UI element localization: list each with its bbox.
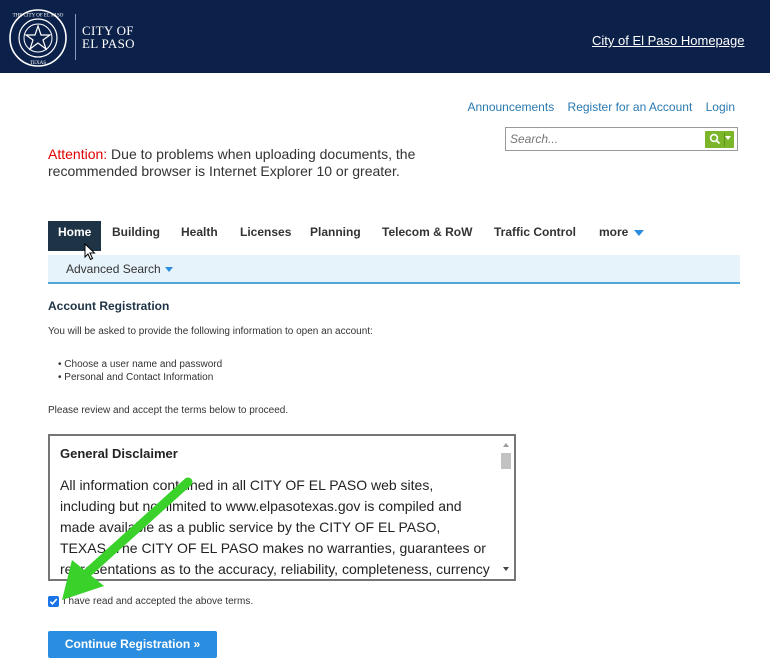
chevron-down-icon	[164, 267, 173, 273]
city-name-line2: EL PASO	[82, 36, 135, 51]
chevron-down-icon	[634, 229, 645, 236]
terms-scrollbar[interactable]	[498, 436, 514, 579]
search-icon	[709, 133, 721, 145]
accept-terms-checkbox[interactable]	[48, 596, 59, 607]
intro-text: You will be asked to provide the followi…	[48, 326, 373, 337]
scroll-down-icon[interactable]	[503, 567, 509, 571]
advanced-search-menu[interactable]: Advanced Search	[66, 262, 173, 276]
login-link[interactable]: Login	[706, 100, 735, 114]
city-name: CITY OF EL PASO	[82, 24, 135, 50]
checkmark-icon	[49, 598, 58, 605]
site-header: THE CITY OF EL PASO TEXAS CITY OF EL PAS…	[0, 0, 770, 73]
tab-more-label: more	[599, 225, 629, 239]
list-item: • Personal and Contact Information	[58, 372, 214, 383]
tab-licenses[interactable]: Licenses	[240, 217, 291, 255]
header-divider	[75, 14, 76, 60]
svg-text:THE CITY OF EL PASO: THE CITY OF EL PASO	[13, 14, 64, 19]
terms-title: General Disclaimer	[60, 446, 178, 461]
scroll-up-icon[interactable]	[503, 443, 509, 447]
register-account-link[interactable]: Register for an Account	[568, 100, 693, 114]
tab-health[interactable]: Health	[181, 217, 218, 255]
list-item: • Choose a user name and password	[58, 359, 223, 370]
tab-telecom-row[interactable]: Telecom & RoW	[382, 217, 472, 255]
tab-building[interactable]: Building	[112, 217, 160, 255]
page-title: Account Registration	[48, 299, 170, 313]
tab-planning[interactable]: Planning	[310, 217, 361, 255]
mouse-cursor-icon	[84, 243, 96, 261]
tab-more[interactable]: more	[599, 217, 645, 255]
advanced-search-label: Advanced Search	[66, 262, 161, 276]
tab-traffic-control[interactable]: Traffic Control	[494, 217, 576, 255]
utility-links: Announcements Register for an Account Lo…	[457, 100, 735, 114]
scrollbar-thumb[interactable]	[501, 453, 511, 469]
requirements-list: • Choose a user name and password • Pers…	[58, 358, 222, 384]
search-button[interactable]	[705, 131, 734, 148]
attention-label: Attention:	[48, 146, 108, 162]
announcements-link[interactable]: Announcements	[467, 100, 554, 114]
svg-text:TEXAS: TEXAS	[30, 61, 46, 66]
city-seal-logo[interactable]: THE CITY OF EL PASO TEXAS	[8, 8, 68, 68]
sub-nav-bar: Advanced Search	[48, 255, 740, 284]
search-input[interactable]	[510, 129, 690, 149]
green-arrow-annotation	[62, 477, 193, 600]
city-homepage-link[interactable]: City of El Paso Homepage	[592, 33, 744, 48]
chevron-down-icon[interactable]	[725, 136, 731, 140]
browser-notice: Attention: Due to problems when uploadin…	[48, 146, 468, 180]
search-box	[505, 127, 738, 151]
continue-registration-button[interactable]: Continue Registration »	[48, 631, 217, 658]
review-instructions: Please review and accept the terms below…	[48, 405, 289, 416]
